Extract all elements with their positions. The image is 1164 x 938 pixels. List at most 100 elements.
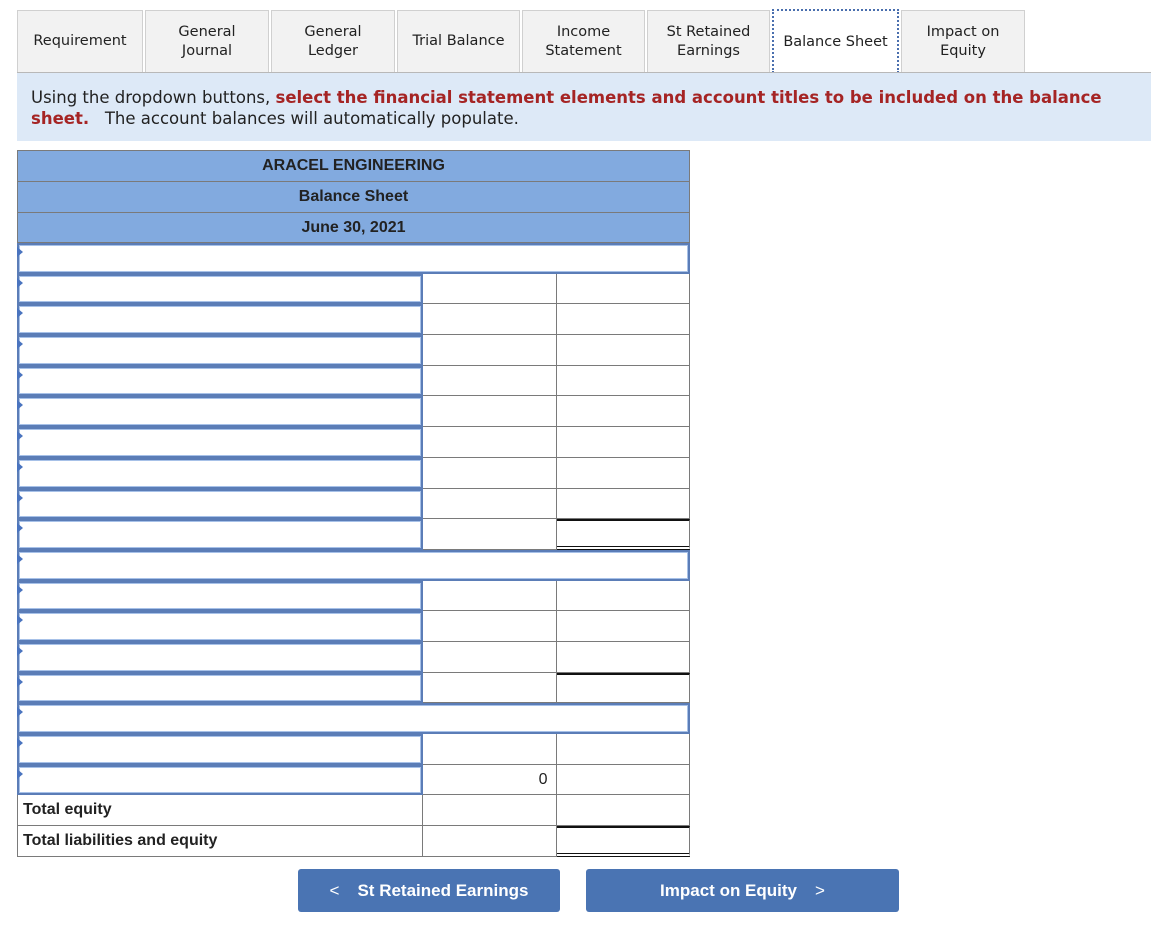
total-cell xyxy=(556,826,690,857)
amount-cell xyxy=(423,427,557,458)
section-dropdown[interactable] xyxy=(17,703,690,734)
tab-label: Income Statement xyxy=(545,23,622,59)
amount-cell xyxy=(423,826,557,857)
total-row xyxy=(17,672,690,704)
section-dropdown[interactable] xyxy=(17,549,690,581)
tab-label: St Retained Earnings xyxy=(666,23,751,59)
total-cell xyxy=(556,396,690,428)
section-dropdown[interactable] xyxy=(17,243,690,274)
total-cell xyxy=(556,273,690,305)
section-row xyxy=(17,703,690,734)
amount-cell xyxy=(423,734,557,765)
table-row xyxy=(17,273,690,305)
table-row xyxy=(17,427,690,458)
total-equity-row: Total equity xyxy=(17,795,690,827)
amount-cell xyxy=(423,795,557,827)
account-dropdown[interactable] xyxy=(17,734,423,765)
table-row xyxy=(17,611,690,642)
tab-trial-balance[interactable]: Trial Balance xyxy=(397,10,520,72)
table-row xyxy=(17,396,690,428)
table-row xyxy=(17,580,690,612)
total-cell xyxy=(556,580,690,612)
account-dropdown[interactable] xyxy=(17,672,423,704)
amount-cell xyxy=(423,365,557,397)
total-cell xyxy=(556,488,690,520)
account-dropdown[interactable] xyxy=(17,764,423,796)
total-cell xyxy=(556,427,690,458)
total-cell xyxy=(556,672,690,704)
tab-income-statement[interactable]: Income Statement xyxy=(522,10,645,72)
next-button[interactable]: Impact on Equity > xyxy=(586,869,899,912)
amount-cell xyxy=(423,641,557,673)
amount-cell xyxy=(423,488,557,520)
tab-st-retained-earnings[interactable]: St Retained Earnings xyxy=(647,10,770,72)
amount-cell xyxy=(423,396,557,428)
next-button-label: Impact on Equity xyxy=(660,880,798,900)
tab-label: General Journal xyxy=(178,23,236,59)
account-dropdown[interactable] xyxy=(17,611,423,642)
total-cell xyxy=(556,304,690,336)
total-cell xyxy=(556,764,690,796)
account-dropdown[interactable] xyxy=(17,335,423,366)
amount-cell xyxy=(423,580,557,612)
tab-requirement[interactable]: Requirement xyxy=(17,10,143,72)
amount-cell xyxy=(423,273,557,305)
amount-cell xyxy=(423,672,557,704)
table-row xyxy=(17,304,690,336)
account-dropdown[interactable] xyxy=(17,488,423,520)
statement-date: June 30, 2021 xyxy=(17,212,690,243)
section-row xyxy=(17,549,690,581)
tab-general-journal[interactable]: General Journal xyxy=(145,10,269,72)
instructions-lead: Using the dropdown buttons, xyxy=(31,88,276,107)
instructions-box: Using the dropdown buttons, select the f… xyxy=(17,73,1151,141)
section-row xyxy=(17,243,690,274)
account-dropdown[interactable] xyxy=(17,273,423,305)
table-row xyxy=(17,641,690,673)
prev-button-label: St Retained Earnings xyxy=(357,880,529,900)
tab-general-ledger[interactable]: General Ledger xyxy=(271,10,395,72)
total-cell xyxy=(556,519,690,550)
amount-cell xyxy=(423,457,557,489)
table-row xyxy=(17,335,690,366)
account-dropdown[interactable] xyxy=(17,427,423,458)
total-liabilities-equity-label: Total liabilities and equity xyxy=(17,826,423,857)
tab-bar: Requirement General Journal General Ledger… xyxy=(17,9,1027,73)
table-row: 0 xyxy=(17,764,690,796)
total-cell xyxy=(556,795,690,827)
total-cell xyxy=(556,734,690,765)
prev-button[interactable]: < St Retained Earnings xyxy=(298,869,560,912)
total-cell xyxy=(556,641,690,673)
account-dropdown[interactable] xyxy=(17,365,423,397)
account-dropdown[interactable] xyxy=(17,396,423,428)
table-row xyxy=(17,457,690,489)
tab-label: Impact on Equity xyxy=(926,23,1000,59)
tab-label: General Ledger xyxy=(304,23,362,59)
total-equity-label: Total equity xyxy=(17,795,423,827)
total-cell xyxy=(556,365,690,397)
statement-title: Balance Sheet xyxy=(17,181,690,212)
account-dropdown[interactable] xyxy=(17,641,423,673)
table-row xyxy=(17,734,690,765)
balance-sheet-table: ARACEL ENGINEERING Balance Sheet June 30… xyxy=(17,150,690,857)
chevron-left-icon: < xyxy=(329,880,340,900)
tab-impact-on-equity[interactable]: Impact on Equity xyxy=(901,10,1025,72)
account-dropdown[interactable] xyxy=(17,580,423,612)
total-liabilities-equity-row: Total liabilities and equity xyxy=(17,826,690,857)
total-cell xyxy=(556,611,690,642)
total-cell xyxy=(556,457,690,489)
table-row xyxy=(17,365,690,397)
amount-cell: 0 xyxy=(423,764,557,796)
amount-cell xyxy=(423,519,557,550)
tab-balance-sheet[interactable]: Balance Sheet xyxy=(772,9,899,73)
account-dropdown[interactable] xyxy=(17,304,423,336)
instructions-tail: The account balances will automatically … xyxy=(89,109,519,128)
amount-cell xyxy=(423,611,557,642)
table-row xyxy=(17,488,690,520)
account-dropdown[interactable] xyxy=(17,519,423,550)
account-dropdown[interactable] xyxy=(17,457,423,489)
chevron-right-icon: > xyxy=(815,880,825,900)
total-cell xyxy=(556,335,690,366)
amount-cell xyxy=(423,304,557,336)
company-name: ARACEL ENGINEERING xyxy=(17,150,690,181)
amount-cell xyxy=(423,335,557,366)
